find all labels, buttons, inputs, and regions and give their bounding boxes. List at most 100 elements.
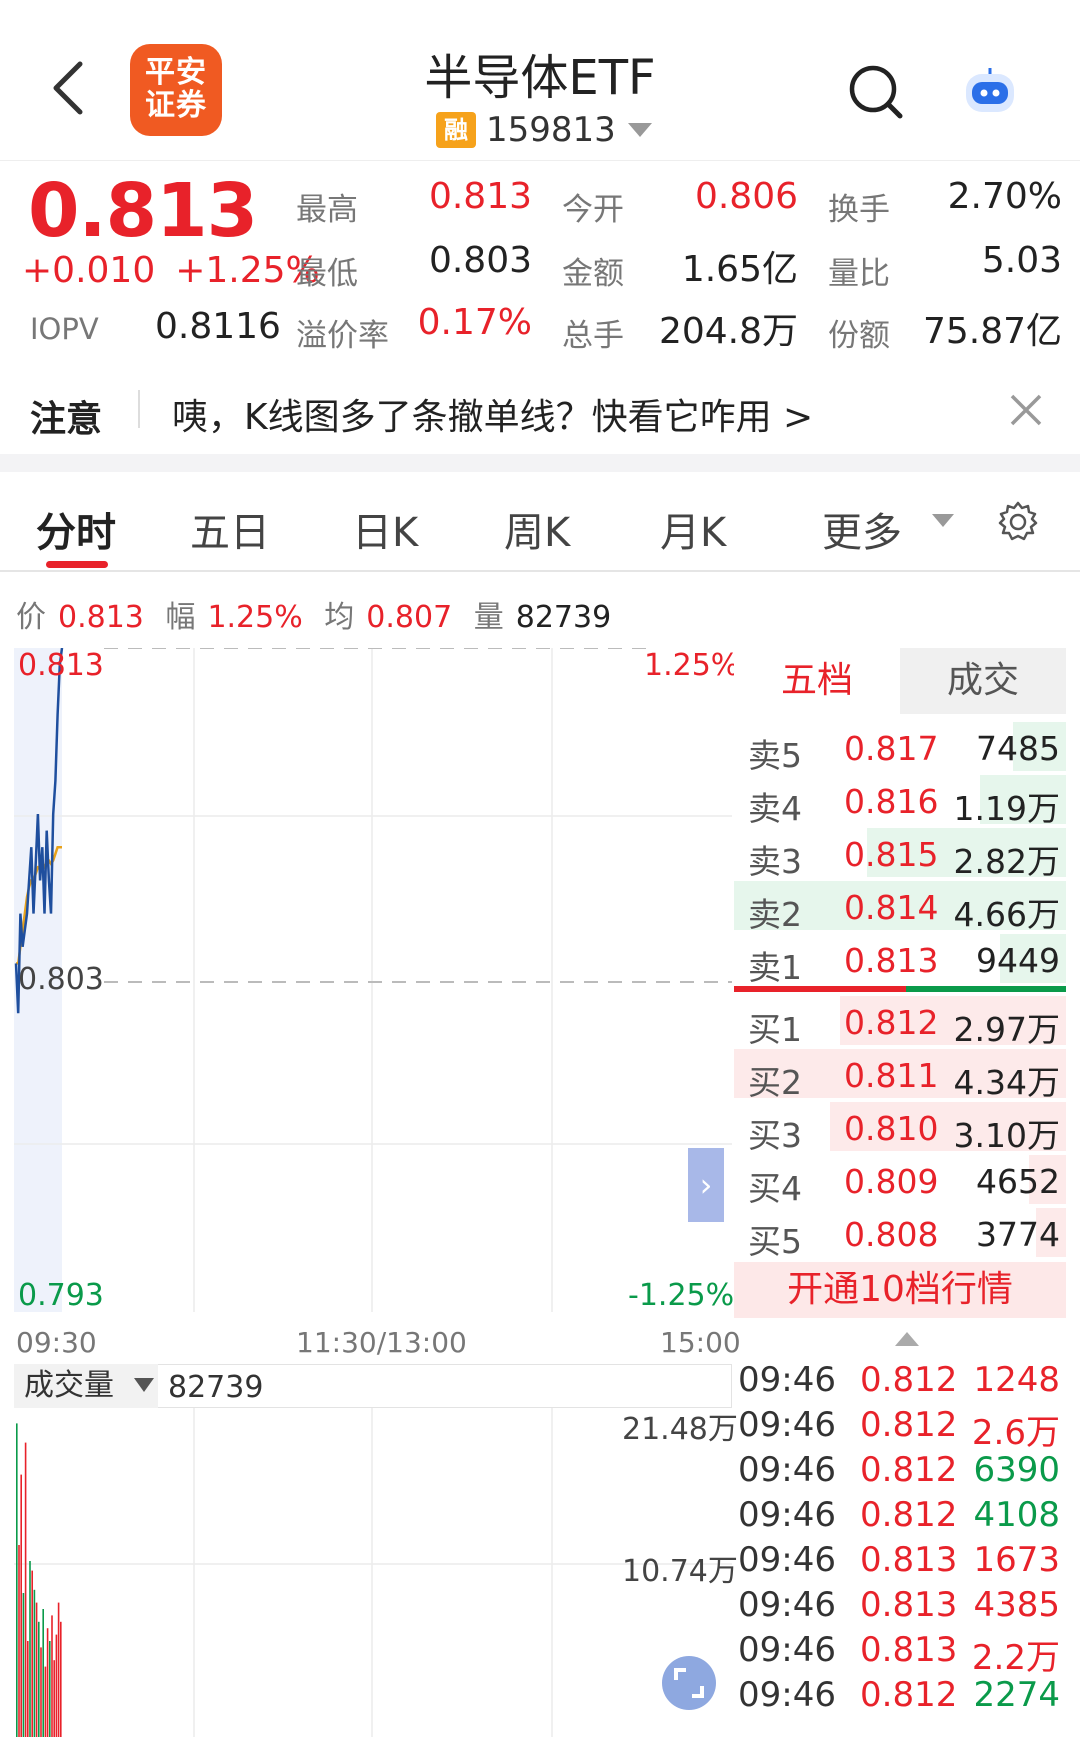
tick-time: 09:46 — [738, 1360, 836, 1400]
change-value: +0.010 — [22, 250, 156, 291]
stat-value: 0.803 — [428, 240, 532, 281]
expand-side-arrow[interactable]: › — [688, 1148, 724, 1222]
avg-label: 均 — [324, 600, 355, 635]
x-label-open: 09:30 — [16, 1326, 97, 1359]
tick-volume: 2.2万 — [971, 1638, 1060, 1678]
trade-tick-row: 09:46 0.812 2274 — [738, 1675, 1068, 1720]
tab-trades[interactable]: 成交 — [900, 648, 1066, 714]
level-volume: 3.10万 — [953, 1116, 1060, 1155]
tab-more[interactable]: 更多 — [822, 500, 902, 558]
volume-bar — [29, 1561, 31, 1737]
stat-value: 1.65亿 — [681, 249, 798, 290]
stat-value: 5.03 — [981, 240, 1062, 281]
tab-daily-k[interactable]: 日K — [352, 500, 418, 558]
info-amp: 1.25% — [207, 600, 303, 635]
chevron-down-icon — [932, 514, 954, 527]
volume-bar — [53, 1660, 55, 1737]
level-price: 0.815 — [844, 835, 939, 874]
tick-time: 09:46 — [738, 1495, 836, 1535]
ask-level-row[interactable]: 卖4 0.816 1.19万 — [734, 773, 1066, 828]
bid-level-row[interactable]: 买3 0.810 3.10万 — [734, 1100, 1066, 1155]
level-price: 0.810 — [844, 1109, 939, 1148]
tick-time: 09:46 — [738, 1585, 836, 1625]
scroll-up-icon[interactable] — [895, 1332, 919, 1346]
price-change: +0.010 +1.25% — [22, 250, 340, 291]
level-volume: 9449 — [976, 941, 1060, 980]
price-label: 价 — [16, 600, 46, 635]
volume-bar — [22, 1593, 25, 1737]
tab-intraday[interactable]: 分时 — [36, 500, 116, 558]
volume-bar — [51, 1615, 53, 1737]
stat-value: 75.87亿 — [922, 311, 1062, 352]
notice-text[interactable]: 咦，K线图多了条撤单线？快看它咋用 > — [172, 388, 813, 440]
level-price: 0.813 — [844, 941, 939, 980]
trade-tick-row: 09:46 0.813 4385 — [738, 1585, 1068, 1630]
tick-price: 0.812 — [860, 1405, 958, 1445]
tab-five-day[interactable]: 五日 — [190, 500, 270, 558]
tick-time: 09:46 — [738, 1405, 836, 1445]
x-label-close: 15:00 — [660, 1326, 741, 1359]
section-divider — [0, 454, 1080, 472]
stat-value: 204.8万 — [658, 311, 798, 352]
tick-price: 0.812 — [860, 1495, 958, 1535]
level-price: 0.816 — [844, 782, 939, 821]
volume-bar — [42, 1609, 44, 1737]
chevron-down-icon — [134, 1378, 154, 1392]
volume-bar — [31, 1570, 33, 1737]
gear-icon[interactable] — [996, 500, 1040, 544]
iopv-value: 0.8116 — [155, 306, 281, 347]
robot-assistant-icon[interactable] — [962, 66, 1018, 116]
tick-volume: 4108 — [973, 1495, 1060, 1535]
ask-level-row[interactable]: 卖1 0.813 9449 — [734, 932, 1066, 987]
tick-volume: 1248 — [973, 1360, 1060, 1400]
fullscreen-icon[interactable] — [662, 1656, 716, 1710]
orderbook-divider-green — [906, 986, 1066, 992]
open-ten-levels-button[interactable]: 开通10档行情 — [734, 1262, 1066, 1318]
close-icon[interactable] — [1008, 392, 1044, 428]
stat-value: 0.813 — [428, 176, 532, 217]
code-selector[interactable]: 融 159813 — [436, 110, 652, 150]
y-label-bottom: 0.793 — [18, 1278, 104, 1313]
logo-line2: 证券 — [145, 88, 207, 123]
volume-bar — [49, 1641, 51, 1737]
tick-price: 0.812 — [860, 1450, 958, 1490]
volume-bar — [38, 1621, 40, 1737]
y-label-top: 0.813 — [18, 648, 104, 683]
info-avg: 0.807 — [366, 600, 453, 635]
y-label-mid: 0.803 — [18, 962, 104, 997]
stat-value: 2.70% — [947, 176, 1062, 217]
tick-volume: 1673 — [973, 1540, 1060, 1580]
level-label: 买1 — [748, 1010, 802, 1049]
volume-bar — [44, 1666, 47, 1737]
broker-logo[interactable]: 平安 证券 — [130, 44, 222, 136]
level-label: 卖4 — [748, 789, 802, 828]
tick-time: 09:46 — [738, 1675, 836, 1715]
volume-bar — [35, 1602, 38, 1737]
tab-monthly-k[interactable]: 月K — [660, 500, 726, 558]
level-price: 0.809 — [844, 1162, 939, 1201]
bid-level-row[interactable]: 买1 0.812 2.97万 — [734, 994, 1066, 1049]
tick-time: 09:46 — [738, 1450, 836, 1490]
bid-level-row[interactable]: 买4 0.809 4652 — [734, 1153, 1066, 1208]
logo-line1: 平安 — [145, 55, 207, 90]
bid-level-row[interactable]: 买5 0.808 3774 — [734, 1206, 1066, 1261]
intraday-chart[interactable] — [14, 648, 732, 1312]
level-volume: 2.97万 — [953, 1010, 1060, 1049]
tab-five-levels[interactable]: 五档 — [734, 648, 900, 714]
ask-level-row[interactable]: 卖5 0.817 7485 — [734, 720, 1066, 775]
tab-weekly-k[interactable]: 周K — [504, 500, 570, 558]
stat-value: 0.17% — [417, 302, 532, 343]
search-icon[interactable] — [846, 62, 906, 122]
app-header: 平安 证券 半导体ETF 融 159813 — [0, 0, 1080, 160]
back-arrow-icon[interactable] — [48, 58, 88, 118]
trade-tick-row: 09:46 0.812 4108 — [738, 1495, 1068, 1540]
ask-level-row[interactable]: 卖2 0.814 4.66万 — [734, 879, 1066, 934]
stock-code: 159813 — [486, 110, 616, 150]
iopv-label: IOPV — [30, 312, 99, 346]
tick-volume: 6390 — [973, 1450, 1060, 1490]
volume-bar — [16, 1423, 18, 1737]
level-volume: 4.34万 — [953, 1063, 1060, 1102]
tick-time: 09:46 — [738, 1540, 836, 1580]
ask-level-row[interactable]: 卖3 0.815 2.82万 — [734, 826, 1066, 881]
bid-level-row[interactable]: 买2 0.811 4.34万 — [734, 1047, 1066, 1102]
